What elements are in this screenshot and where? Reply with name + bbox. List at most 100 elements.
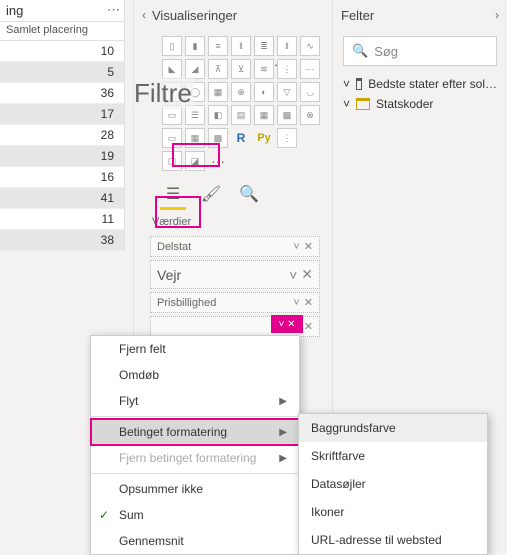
menu-label: Fjern betinget formatering <box>119 451 256 465</box>
submenu-icons[interactable]: Ikoner <box>299 498 487 526</box>
table-row[interactable]: 5 <box>0 62 124 83</box>
remove-field-icon[interactable]: ✕ <box>304 296 313 309</box>
field-well-empty[interactable]: ✕ <box>150 316 320 337</box>
chevron-right-icon[interactable]: › <box>495 8 499 22</box>
viz-matrix2-icon[interactable]: ▩ <box>208 128 228 148</box>
fields-header[interactable]: Felter › <box>333 0 507 30</box>
viz-keyinfluencer-icon[interactable]: ⋮ <box>277 128 297 148</box>
chevron-down-icon[interactable]: ˅ <box>343 77 350 91</box>
table-row[interactable]: 19 <box>0 146 124 167</box>
viz-stacked-bar-icon[interactable]: ▯ <box>162 36 182 56</box>
table-row[interactable]: 36 <box>0 83 124 104</box>
menu-conditional-formatting[interactable]: Betinget formatering▶ <box>91 419 299 445</box>
pane-mode-tabs: ☰ 🖌 🔍 <box>134 173 332 209</box>
menu-label: Sum <box>119 508 144 522</box>
viz-card-icon[interactable]: ▭ <box>162 105 182 125</box>
chevron-left-icon[interactable]: ‹ <box>142 8 146 22</box>
viz-shape-icon[interactable]: ▭ <box>162 128 182 148</box>
viz-ribbon-icon[interactable]: ≋ <box>254 59 274 79</box>
visualizations-header[interactable]: ‹ Visualiseringer <box>134 0 332 30</box>
viz-stacked-column-icon[interactable]: ▮ <box>185 36 205 56</box>
analytics-tab-icon[interactable]: 🔍 <box>238 183 260 205</box>
viz-clustered-bar-icon[interactable]: ≡ <box>208 36 228 56</box>
viz-python-icon[interactable]: Py <box>254 128 274 148</box>
table-item-bedste-stater[interactable]: ˅ Bedste stater efter sol… <box>341 74 499 94</box>
table-row[interactable]: 17 <box>0 104 124 125</box>
viz-blank <box>300 128 320 148</box>
remove-field-icon[interactable]: ✕ <box>304 240 313 253</box>
fields-tab-icon[interactable]: ☰ <box>162 183 184 205</box>
table-row[interactable]: 16 <box>0 167 124 188</box>
submenu-data-bars[interactable]: Datasøjler <box>299 470 487 498</box>
field-wells: Delstat ˅✕ Vejr ˅✕ Prisbillighed ˅✕ ✕ <box>150 236 320 337</box>
check-icon: ✓ <box>99 508 109 522</box>
viz-stacked-area-icon[interactable]: ◢ <box>185 59 205 79</box>
viz-map-icon[interactable]: ⊕ <box>231 82 251 102</box>
search-placeholder: Søg <box>374 44 398 59</box>
viz-multirow-icon[interactable]: ☰ <box>185 105 205 125</box>
fields-search-input[interactable]: 🔍 Søg <box>343 36 497 66</box>
viz-funnel-icon[interactable]: ▽ <box>277 82 297 102</box>
viz-gauge-icon[interactable]: ◡ <box>300 82 320 102</box>
viz-area-icon[interactable]: ◣ <box>162 59 182 79</box>
table-row[interactable]: 41 <box>0 188 124 209</box>
viz-custom2-icon[interactable]: ◪ <box>185 151 205 171</box>
menu-dont-summarize[interactable]: Opsummer ikke <box>91 476 299 502</box>
submenu-font-color[interactable]: Skriftfarve <box>299 442 487 470</box>
viz-kpi-icon[interactable]: ◧ <box>208 105 228 125</box>
table-row[interactable]: 28 <box>0 125 124 146</box>
column-header-suffix: ing <box>6 3 23 18</box>
viz-matrix-icon[interactable]: ▩ <box>277 105 297 125</box>
viz-scatter-icon[interactable]: ⋯ <box>300 59 320 79</box>
viz-more-icon[interactable]: ··· <box>208 151 228 171</box>
table-item-statskoder[interactable]: ˅ Statskoder <box>341 94 499 114</box>
viz-pie-icon[interactable]: ◔ <box>162 82 182 102</box>
viz-slicer-icon[interactable]: ▤ <box>231 105 251 125</box>
submenu-background-color[interactable]: Baggrundsfarve <box>299 414 487 442</box>
table-row[interactable]: 11 <box>0 209 124 230</box>
viz-line-icon[interactable]: ∿ <box>300 36 320 56</box>
viz-filled-map-icon[interactable]: ◐ <box>254 82 274 102</box>
menu-average[interactable]: Gennemsnit <box>91 528 299 554</box>
submenu-arrow-icon: ▶ <box>279 396 287 407</box>
menu-separator <box>91 416 299 417</box>
well-label: Delstat <box>157 241 191 253</box>
menu-move[interactable]: Flyt▶ <box>91 388 299 414</box>
submenu-web-url[interactable]: URL-adresse til websted <box>299 526 487 554</box>
column-header[interactable]: ing ⋯ <box>0 0 124 22</box>
viz-table2-icon[interactable]: ▦ <box>185 128 205 148</box>
viz-table-icon[interactable]: ▦ <box>254 105 274 125</box>
tables-list: ˅ Bedste stater efter sol… ˅ Statskoder <box>333 72 507 116</box>
field-well-vejr[interactable]: Vejr ˅✕ <box>150 260 320 289</box>
viz-100-column-icon[interactable]: ‖ <box>277 36 297 56</box>
chevron-down-icon[interactable]: ˅ <box>293 241 299 253</box>
menu-sum[interactable]: ✓ Sum <box>91 502 299 528</box>
column-header-more-icon[interactable]: ⋯ <box>107 2 120 18</box>
viz-treemap-icon[interactable]: ▦ <box>208 82 228 102</box>
menu-rename[interactable]: Omdøb <box>91 362 299 388</box>
viz-arcgis-icon[interactable]: ⊗ <box>300 105 320 125</box>
viz-line-column-icon[interactable]: ⊼ <box>208 59 228 79</box>
remove-field-icon[interactable]: ✕ <box>301 266 313 283</box>
chevron-down-icon[interactable]: ˅ <box>289 267 297 283</box>
format-tab-icon[interactable]: 🖌 <box>200 183 222 205</box>
well-label: Vejr <box>157 267 181 283</box>
viz-donut-icon[interactable]: ◯ <box>185 82 205 102</box>
chevron-down-icon[interactable]: ˅ <box>343 97 350 111</box>
visualization-gallery: ▯ ▮ ≡ ‖ ≣ ‖ ∿ ◣ ◢ ⊼ ⊻ ≋ ⋮ ⋯ ◔ ◯ ▦ ⊕ ◐ ▽ … <box>134 30 332 173</box>
remove-field-icon[interactable]: ✕ <box>304 320 313 333</box>
viz-100-bar-icon[interactable]: ≣ <box>254 36 274 56</box>
menu-label: Gennemsnit <box>119 534 184 548</box>
pane-title: Visualiseringer <box>152 8 237 23</box>
table-row[interactable]: 10 <box>0 41 124 62</box>
table-row[interactable]: 38 <box>0 230 124 251</box>
field-well-delstat[interactable]: Delstat ˅ ✕ <box>150 236 320 257</box>
field-well-prisbillighed[interactable]: Prisbillighed ˅✕ <box>150 292 320 313</box>
chevron-down-icon[interactable]: ˅ <box>293 297 299 309</box>
menu-remove-field[interactable]: Fjern felt <box>91 336 299 362</box>
viz-r-icon[interactable]: R <box>231 128 251 148</box>
viz-line-clustered-icon[interactable]: ⊻ <box>231 59 251 79</box>
viz-waterfall-icon[interactable]: ⋮ <box>277 59 297 79</box>
viz-clustered-column-icon[interactable]: ‖ <box>231 36 251 56</box>
viz-custom1-icon[interactable]: ▢ <box>162 151 182 171</box>
